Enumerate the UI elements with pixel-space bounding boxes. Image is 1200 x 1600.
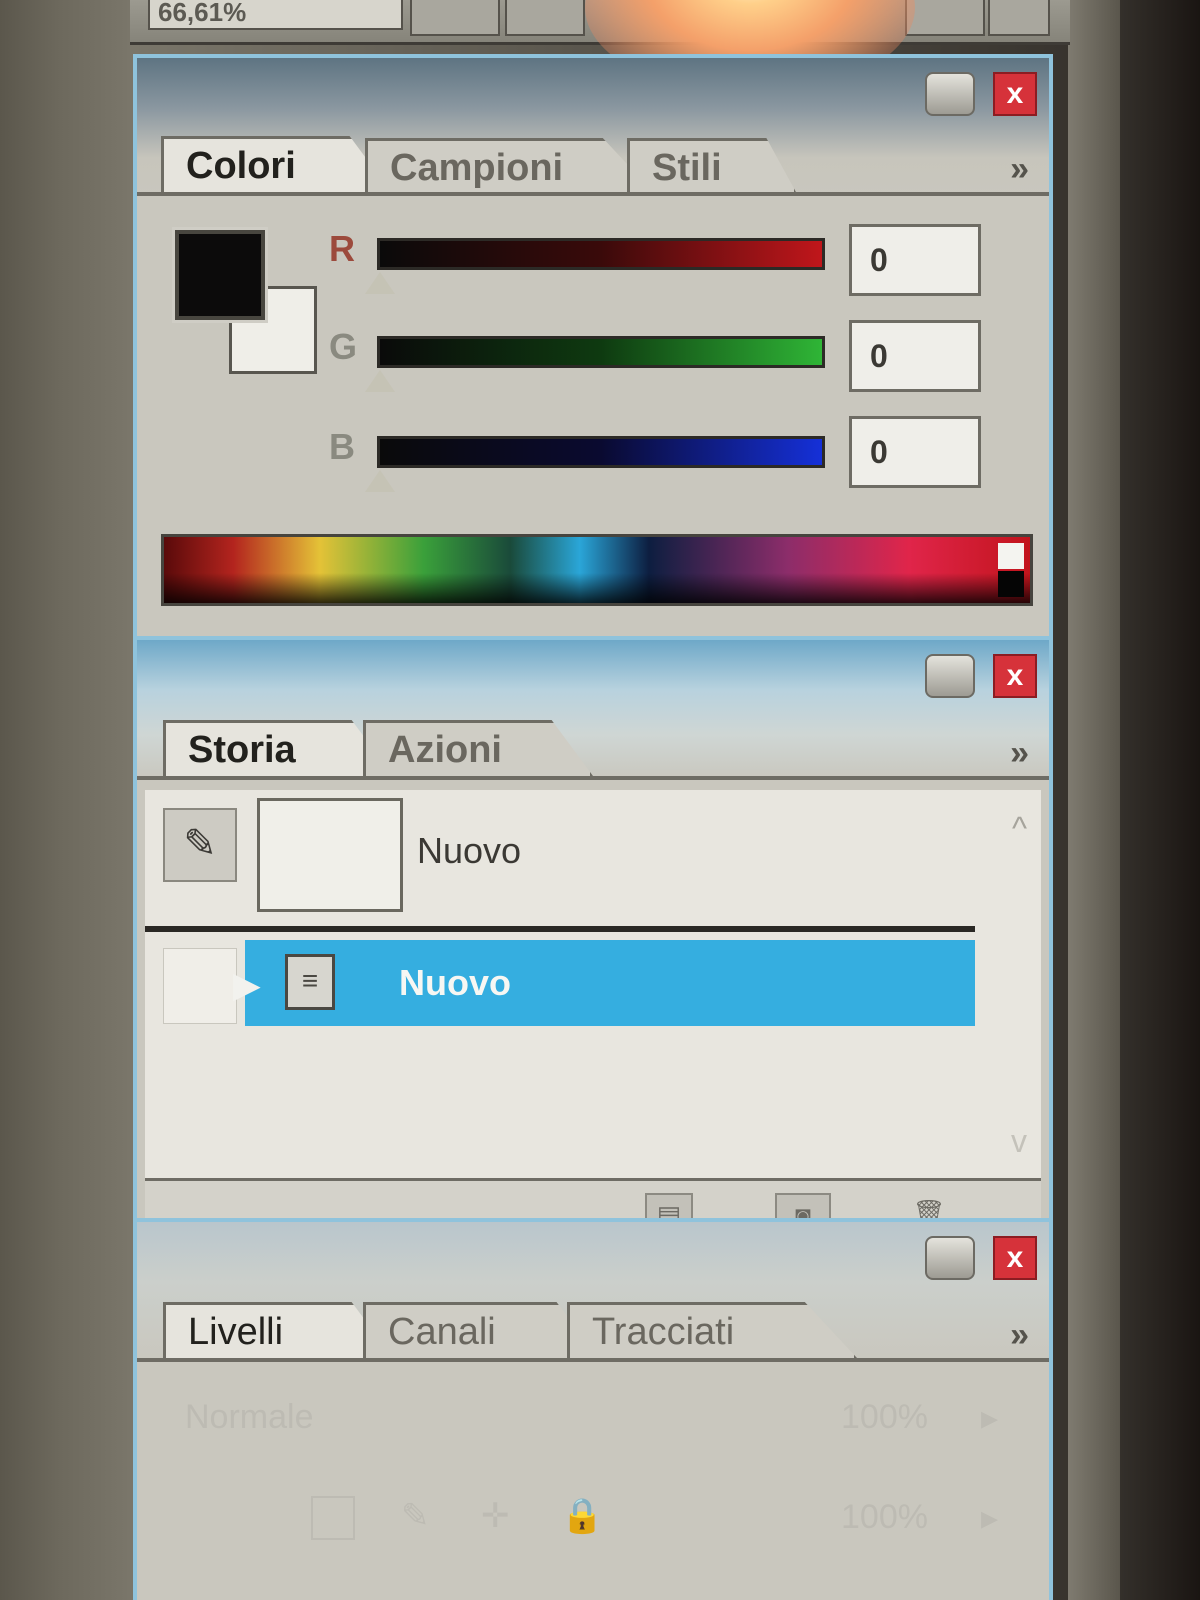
opacity-arrow-icon[interactable]: ▸ <box>981 1398 998 1438</box>
blend-row: Normale 100% ▸ <box>161 1392 1021 1452</box>
blue-slider-thumb[interactable] <box>365 470 395 492</box>
lock-position-icon[interactable]: ✛ <box>481 1496 510 1536</box>
snapshot-thumbnail <box>257 798 403 912</box>
lock-all-icon[interactable]: 🔒 <box>561 1496 603 1536</box>
panel-menu-icon[interactable]: » <box>1010 734 1029 773</box>
white-swatch[interactable] <box>998 543 1024 569</box>
tab-divider <box>137 192 1049 196</box>
document-icon: ≡ <box>285 954 335 1010</box>
history-panel: x Storia Azioni » ✎ Nuovo ▶ ≡ Nuovo ^ v … <box>133 636 1053 1255</box>
toolbar-button[interactable] <box>988 0 1050 36</box>
tab-livelli[interactable]: Livelli <box>163 1302 393 1358</box>
window-edge <box>1068 0 1120 1600</box>
tab-campioni[interactable]: Campioni <box>365 138 655 194</box>
tab-canali[interactable]: Canali <box>363 1302 599 1358</box>
tab-stili[interactable]: Stili <box>627 138 797 194</box>
close-button[interactable]: x <box>993 654 1037 698</box>
tab-storia[interactable]: Storia <box>163 720 393 776</box>
fill-field[interactable]: 100% <box>841 1498 928 1537</box>
tab-colori[interactable]: Colori <box>161 136 391 192</box>
black-swatch[interactable] <box>998 571 1024 597</box>
brush-icon[interactable]: ✎ <box>163 808 237 882</box>
tab-divider <box>137 1358 1049 1362</box>
red-slider-thumb[interactable] <box>365 272 395 294</box>
history-item[interactable]: ▶ ≡ Nuovo <box>145 940 975 1026</box>
opacity-field[interactable]: 100% <box>841 1398 928 1437</box>
green-slider[interactable] <box>377 336 825 368</box>
blue-value-field[interactable]: 0 <box>849 416 981 488</box>
snapshot-separator <box>145 926 975 932</box>
tab-azioni[interactable]: Azioni <box>363 720 593 776</box>
channel-label-g: G <box>329 326 358 367</box>
tab-tracciati[interactable]: Tracciati <box>567 1302 857 1358</box>
minimize-button[interactable] <box>925 72 975 116</box>
scroll-up-icon[interactable]: ^ <box>1012 810 1027 847</box>
zoom-field[interactable]: 66,61% <box>148 0 403 30</box>
close-button[interactable]: x <box>993 72 1037 116</box>
blend-mode-select[interactable]: Normale <box>185 1398 313 1437</box>
green-slider-thumb[interactable] <box>365 370 395 392</box>
lock-row: ✎ ✛ 🔒 100% ▸ <box>161 1492 1021 1552</box>
channel-label-r: R <box>329 228 355 269</box>
panel-menu-icon[interactable]: » <box>1010 1316 1029 1355</box>
toolbar-button[interactable] <box>410 0 500 36</box>
lock-pixels-icon[interactable]: ✎ <box>401 1496 430 1536</box>
history-state-arrow-icon: ▶ <box>233 964 261 1005</box>
history-item-label: Nuovo <box>399 962 511 1003</box>
history-item-selection[interactable] <box>245 940 975 1026</box>
lock-transparency-icon[interactable] <box>311 1496 355 1540</box>
fill-arrow-icon[interactable]: ▸ <box>981 1498 998 1538</box>
layers-panel: x Livelli Canali Tracciati » Normale 100… <box>133 1218 1053 1600</box>
color-spectrum-bar[interactable] <box>161 534 1033 606</box>
history-brush-source[interactable] <box>163 948 237 1024</box>
foreground-color-swatch[interactable] <box>172 227 268 323</box>
panel-menu-icon[interactable]: » <box>1010 150 1029 189</box>
minimize-button[interactable] <box>925 654 975 698</box>
toolbar-button[interactable] <box>505 0 585 36</box>
blue-slider[interactable] <box>377 436 825 468</box>
green-value-field[interactable]: 0 <box>849 320 981 392</box>
red-slider[interactable] <box>377 238 825 270</box>
colors-panel: x Colori Campioni Stili » R 0 G 0 B 0 <box>133 54 1053 644</box>
snapshot-label: Nuovo <box>417 830 522 871</box>
close-button[interactable]: x <box>993 1236 1037 1280</box>
scroll-down-icon[interactable]: v <box>1011 1123 1027 1160</box>
snapshot-row[interactable]: ✎ Nuovo <box>145 790 985 920</box>
toolbar-button[interactable] <box>905 0 985 36</box>
tab-divider <box>137 776 1049 780</box>
minimize-button[interactable] <box>925 1236 975 1280</box>
history-list: ✎ Nuovo ▶ ≡ Nuovo ^ v <box>145 790 1041 1180</box>
red-value-field[interactable]: 0 <box>849 224 981 296</box>
channel-label-b: B <box>329 426 355 467</box>
